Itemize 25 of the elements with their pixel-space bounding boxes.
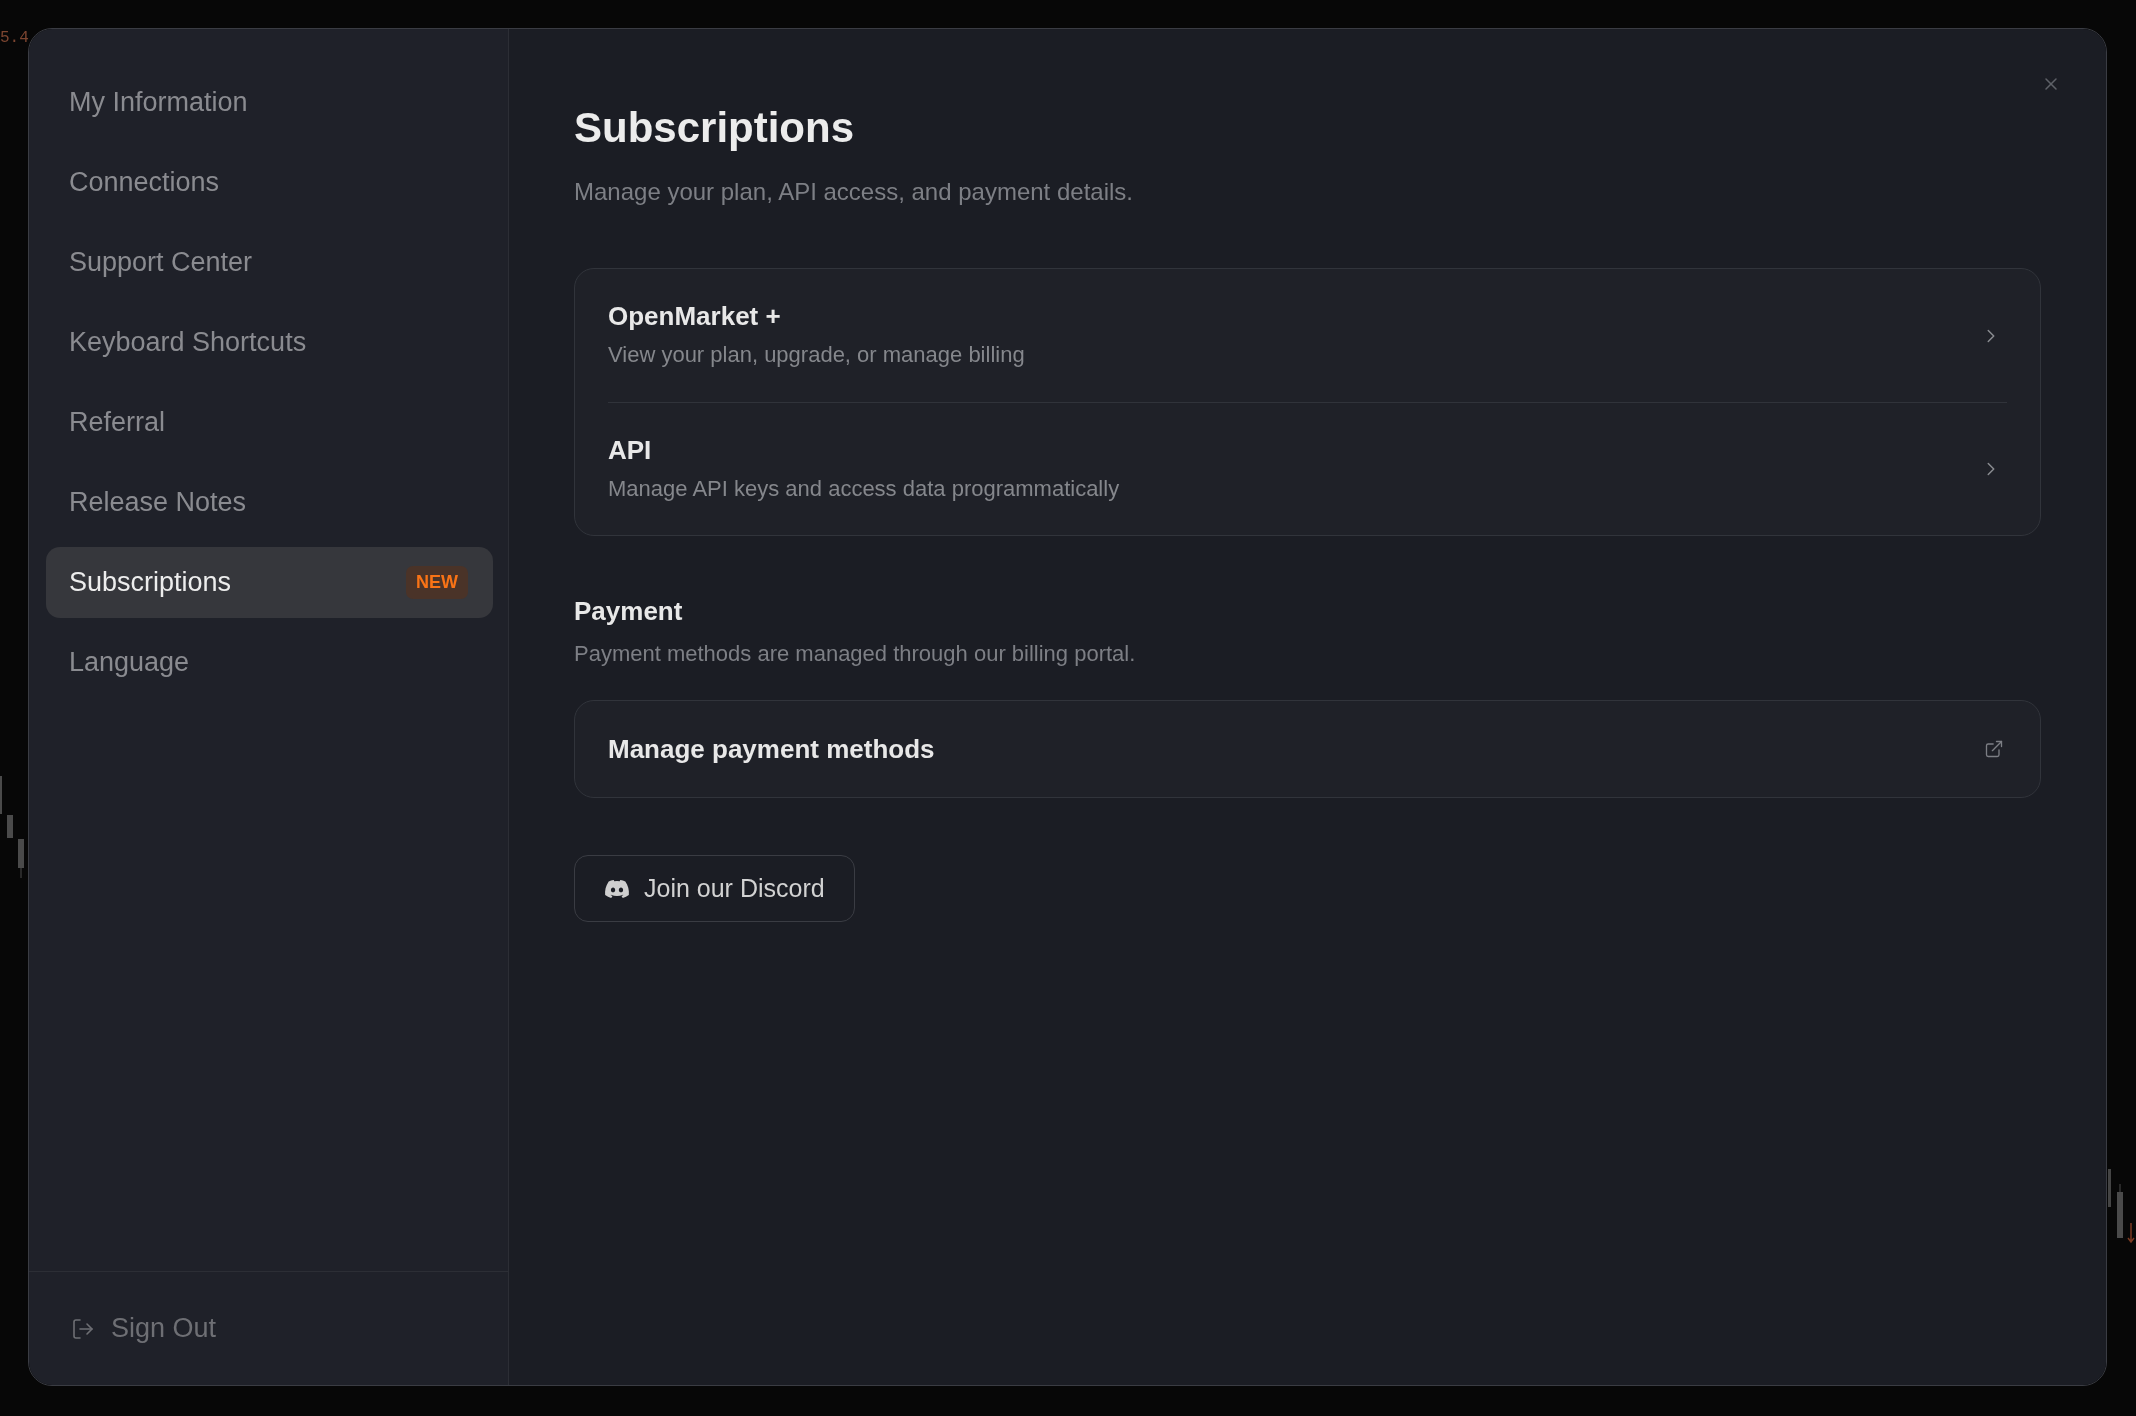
- sidebar-item[interactable]: Connections: [46, 147, 493, 218]
- sidebar-item[interactable]: My Information: [46, 67, 493, 138]
- sidebar-item[interactable]: Keyboard Shortcuts: [46, 307, 493, 378]
- sidebar-item[interactable]: Language: [46, 627, 493, 698]
- page-subtitle: Manage your plan, API access, and payment details.: [574, 177, 1133, 207]
- row-title: OpenMarket +: [608, 301, 782, 332]
- sign-out-icon: [71, 1316, 95, 1341]
- sidebar-item[interactable]: Release Notes: [46, 467, 493, 538]
- sign-out-button[interactable]: Sign Out: [71, 1308, 217, 1349]
- row-title: API: [608, 434, 653, 466]
- new-badge: NEW: [406, 566, 468, 599]
- section-heading: Payment: [574, 596, 683, 627]
- row-description: Manage API keys and access data programmatically: [608, 474, 1120, 503]
- external-link-icon: [1984, 739, 2004, 759]
- section-description: Payment methods are managed through our billing portal.: [574, 640, 1136, 668]
- plan-link-row[interactable]: API Manage API keys and access data programmatically: [608, 402, 2007, 535]
- sidebar-item[interactable]: Referral: [46, 387, 493, 458]
- plan-link-row[interactable]: OpenMarket + View your plan, upgrade, or manage billing: [608, 269, 2007, 402]
- sidebar-item[interactable]: Subscriptions NEW: [46, 547, 493, 618]
- row-description: View your plan, upgrade, or manage billing: [608, 341, 1025, 369]
- manage-payment-methods-button[interactable]: Manage payment methods: [574, 700, 2041, 798]
- price-label: 5.4: [0, 30, 29, 46]
- sidebar-item[interactable]: Support Center: [46, 227, 493, 298]
- page-title: Subscriptions: [574, 103, 855, 153]
- discord-button[interactable]: Join our Discord: [574, 855, 855, 922]
